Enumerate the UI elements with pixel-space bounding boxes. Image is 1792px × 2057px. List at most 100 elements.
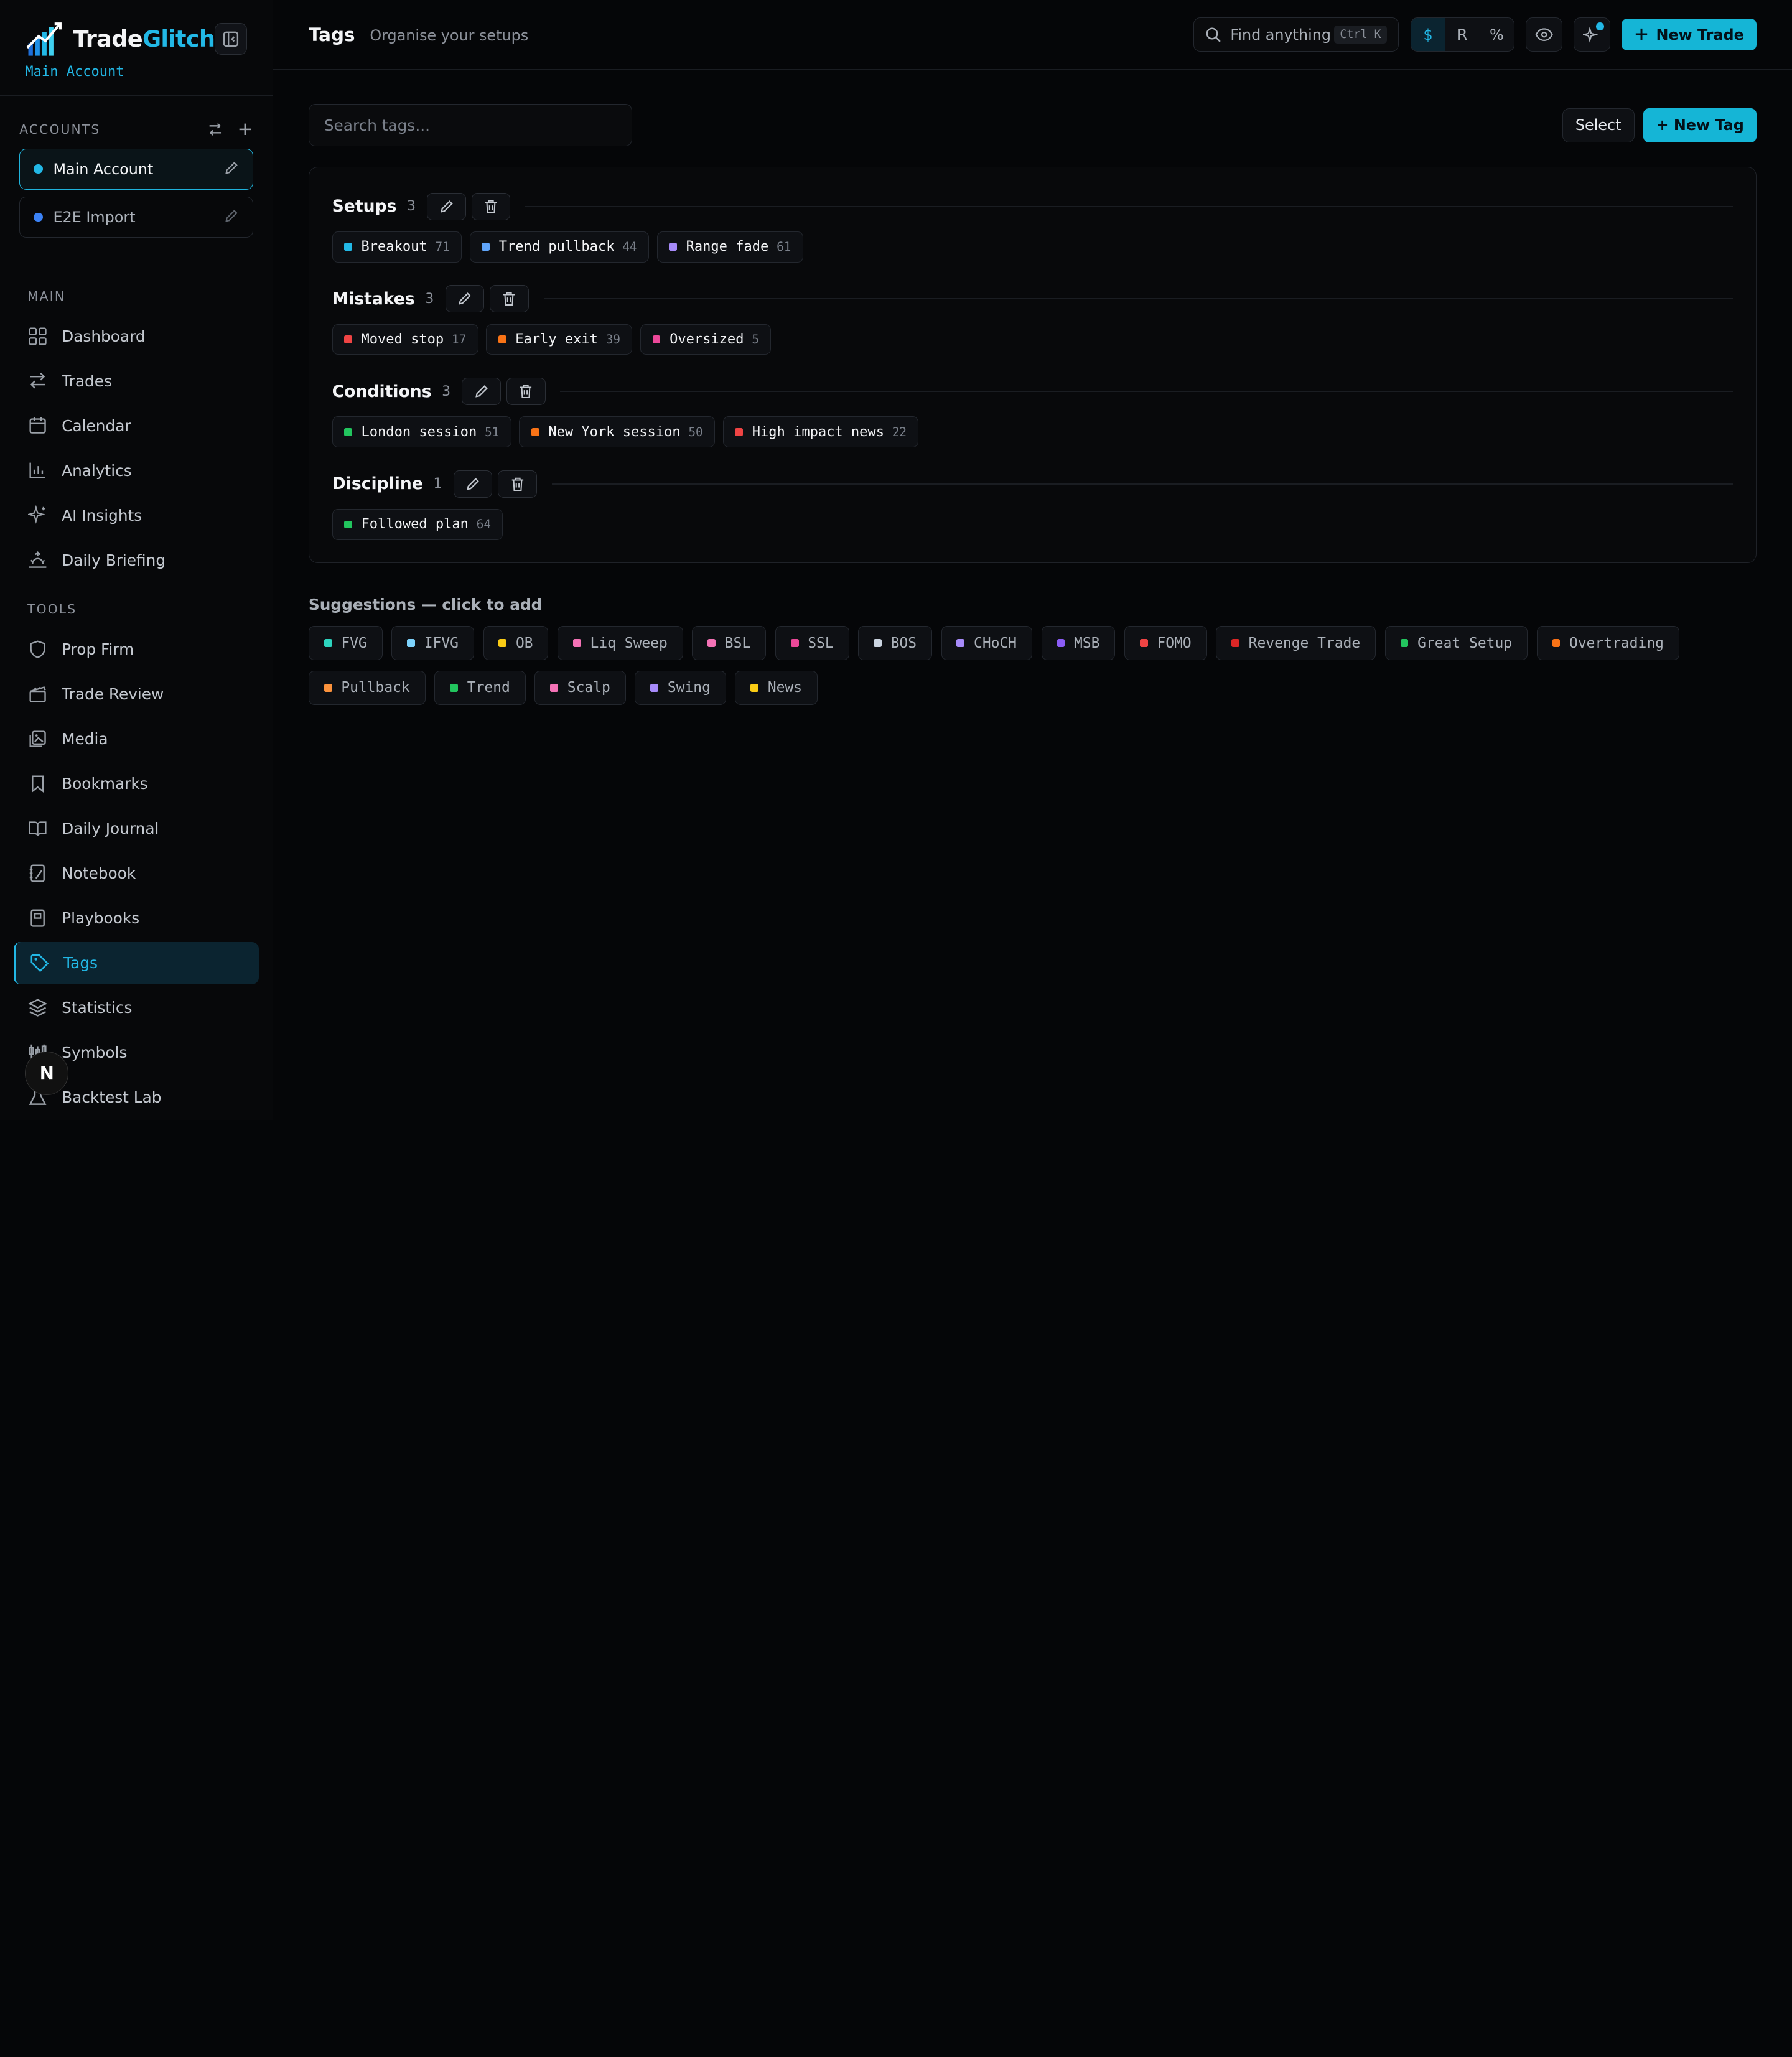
sidebar-item-media[interactable]: Media bbox=[14, 718, 259, 760]
delete-group-button[interactable] bbox=[506, 377, 546, 406]
suggestion-chip[interactable]: FOMO bbox=[1124, 626, 1207, 661]
suggestion-chip[interactable]: Great Setup bbox=[1384, 626, 1528, 661]
suggestion-label: CHoCH bbox=[974, 635, 1017, 651]
accounts-label: ACCOUNTS bbox=[19, 121, 101, 137]
tag-search-input[interactable]: Search tags... bbox=[308, 104, 632, 147]
suggestion-chip[interactable]: Trend bbox=[434, 670, 526, 705]
delete-group-button[interactable] bbox=[471, 192, 511, 220]
sidebar-item-playbooks[interactable]: Playbooks bbox=[14, 897, 259, 940]
brand-header: TradeGlitch Main Account bbox=[0, 0, 273, 96]
tag-color bbox=[707, 639, 716, 648]
tag-chip[interactable]: Moved stop 17 bbox=[332, 324, 478, 355]
sidebar-item-notebook[interactable]: Notebook bbox=[14, 852, 259, 895]
layers-icon bbox=[27, 997, 48, 1018]
edit-group-button[interactable] bbox=[445, 285, 485, 313]
sidebar-item-analytics[interactable]: Analytics bbox=[14, 449, 259, 492]
tag-color bbox=[874, 639, 882, 648]
privacy-toggle-button[interactable] bbox=[1526, 17, 1562, 52]
switch-icon[interactable] bbox=[207, 121, 223, 138]
sidebar-item-prop-firm[interactable]: Prop Firm bbox=[14, 628, 259, 671]
global-search[interactable]: Find anything Ctrl K bbox=[1193, 17, 1399, 52]
delete-group-button[interactable] bbox=[498, 470, 537, 498]
book-open-icon bbox=[27, 818, 48, 839]
edit-group-button[interactable] bbox=[453, 470, 493, 498]
edit-group-button[interactable] bbox=[462, 377, 501, 406]
tag-chip[interactable]: London session 51 bbox=[332, 416, 511, 447]
tag-chip[interactable]: Oversized 5 bbox=[640, 324, 772, 355]
suggestion-chip[interactable]: MSB bbox=[1041, 626, 1116, 661]
tag-label: Range fade bbox=[686, 239, 769, 255]
suggestion-label: BOS bbox=[890, 635, 917, 651]
ai-insights-button[interactable] bbox=[1574, 17, 1611, 52]
suggestion-label: FOMO bbox=[1157, 635, 1192, 651]
sidebar-item-dashboard[interactable]: Dashboard bbox=[14, 315, 259, 357]
tag-count: 5 bbox=[752, 332, 759, 347]
suggestion-chip[interactable]: SSL bbox=[775, 626, 849, 661]
tag-icon bbox=[29, 953, 50, 973]
dev-indicator-badge[interactable]: N bbox=[25, 1051, 69, 1095]
sidebar-item-daily-briefing[interactable]: Daily Briefing bbox=[14, 539, 259, 581]
pencil-icon[interactable] bbox=[224, 161, 239, 175]
sidebar-item-statistics[interactable]: Statistics bbox=[14, 987, 259, 1029]
sidebar-item-ai-insights[interactable]: AI Insights bbox=[14, 494, 259, 536]
sidebar-item-tags[interactable]: Tags bbox=[14, 941, 259, 984]
tag-chip[interactable]: Early exit 39 bbox=[486, 324, 633, 355]
new-tag-button[interactable]: + New Tag bbox=[1643, 108, 1757, 142]
sidebar-item-calendar[interactable]: Calendar bbox=[14, 404, 259, 447]
suggestion-chip[interactable]: BSL bbox=[692, 626, 767, 661]
tag-chip[interactable]: Range fade 61 bbox=[656, 231, 803, 263]
tag-chip[interactable]: High impact news 22 bbox=[722, 416, 919, 447]
tag-chip[interactable]: Followed plan 64 bbox=[332, 509, 503, 540]
account-name: E2E Import bbox=[53, 208, 136, 226]
unit-percent-button[interactable]: % bbox=[1480, 18, 1514, 51]
suggestion-chip[interactable]: CHoCH bbox=[941, 626, 1032, 661]
tag-color bbox=[550, 683, 559, 692]
pencil-icon[interactable] bbox=[224, 208, 239, 223]
notification-dot bbox=[1596, 22, 1604, 31]
account-item-e2e[interactable]: E2E Import bbox=[19, 196, 253, 238]
edit-group-button[interactable] bbox=[427, 192, 466, 220]
tag-chip[interactable]: Breakout 71 bbox=[332, 231, 462, 263]
tag-color bbox=[324, 639, 332, 648]
unit-r-button[interactable]: R bbox=[1445, 18, 1480, 51]
suggestion-chip[interactable]: News bbox=[735, 670, 818, 705]
sidebar-item-daily-journal[interactable]: Daily Journal bbox=[14, 808, 259, 850]
group-name: Discipline bbox=[332, 474, 423, 494]
suggestion-label: Scalp bbox=[567, 679, 610, 696]
suggestion-chip[interactable]: BOS bbox=[858, 626, 932, 661]
suggestion-chip[interactable]: Revenge Trade bbox=[1216, 626, 1376, 661]
sidebar-item-bookmarks[interactable]: Bookmarks bbox=[14, 763, 259, 805]
suggestion-label: Pullback bbox=[341, 679, 410, 696]
accounts-section: ACCOUNTS Main Account E2E Import bbox=[0, 96, 273, 261]
select-button[interactable]: Select bbox=[1562, 108, 1635, 142]
collapse-sidebar-button[interactable] bbox=[215, 22, 247, 55]
account-name: Main Account bbox=[53, 160, 154, 178]
suggestion-chip[interactable]: Overtrading bbox=[1536, 626, 1679, 661]
nav-label: Trades bbox=[62, 371, 112, 390]
tag-chip[interactable]: Trend pullback 44 bbox=[469, 231, 649, 263]
suggestion-chip[interactable]: Liq Sweep bbox=[558, 626, 683, 661]
tag-color bbox=[956, 639, 965, 648]
sidebar-item-trade-review[interactable]: Trade Review bbox=[14, 673, 259, 716]
logo-icon bbox=[25, 18, 66, 59]
new-trade-button[interactable]: New Trade bbox=[1622, 18, 1757, 51]
tag-count: 51 bbox=[485, 424, 500, 439]
suggestion-chip[interactable]: OB bbox=[483, 626, 549, 661]
add-account-icon[interactable] bbox=[237, 121, 253, 138]
suggestion-chip[interactable]: IFVG bbox=[391, 626, 474, 661]
tag-count: 17 bbox=[452, 332, 467, 347]
nav-label: Prop Firm bbox=[62, 640, 134, 659]
trash-icon bbox=[520, 385, 532, 399]
suggestion-chip[interactable]: Pullback bbox=[308, 670, 426, 705]
suggestion-chip[interactable]: FVG bbox=[308, 626, 383, 661]
suggestion-chip[interactable]: Swing bbox=[635, 670, 726, 705]
suggestion-chip[interactable]: Scalp bbox=[534, 670, 626, 705]
unit-dollar-button[interactable]: $ bbox=[1411, 17, 1445, 52]
sidebar-item-trades[interactable]: Trades bbox=[14, 360, 259, 402]
delete-group-button[interactable] bbox=[490, 285, 529, 313]
account-item-main[interactable]: Main Account bbox=[19, 148, 253, 190]
nav-label: Media bbox=[62, 730, 108, 749]
tag-count: 71 bbox=[435, 240, 450, 254]
tag-chip[interactable]: New York session 50 bbox=[519, 416, 715, 447]
tag-groups-panel: Setups 3 Breakout 71 Trend pullback 44 Ran… bbox=[308, 167, 1757, 564]
